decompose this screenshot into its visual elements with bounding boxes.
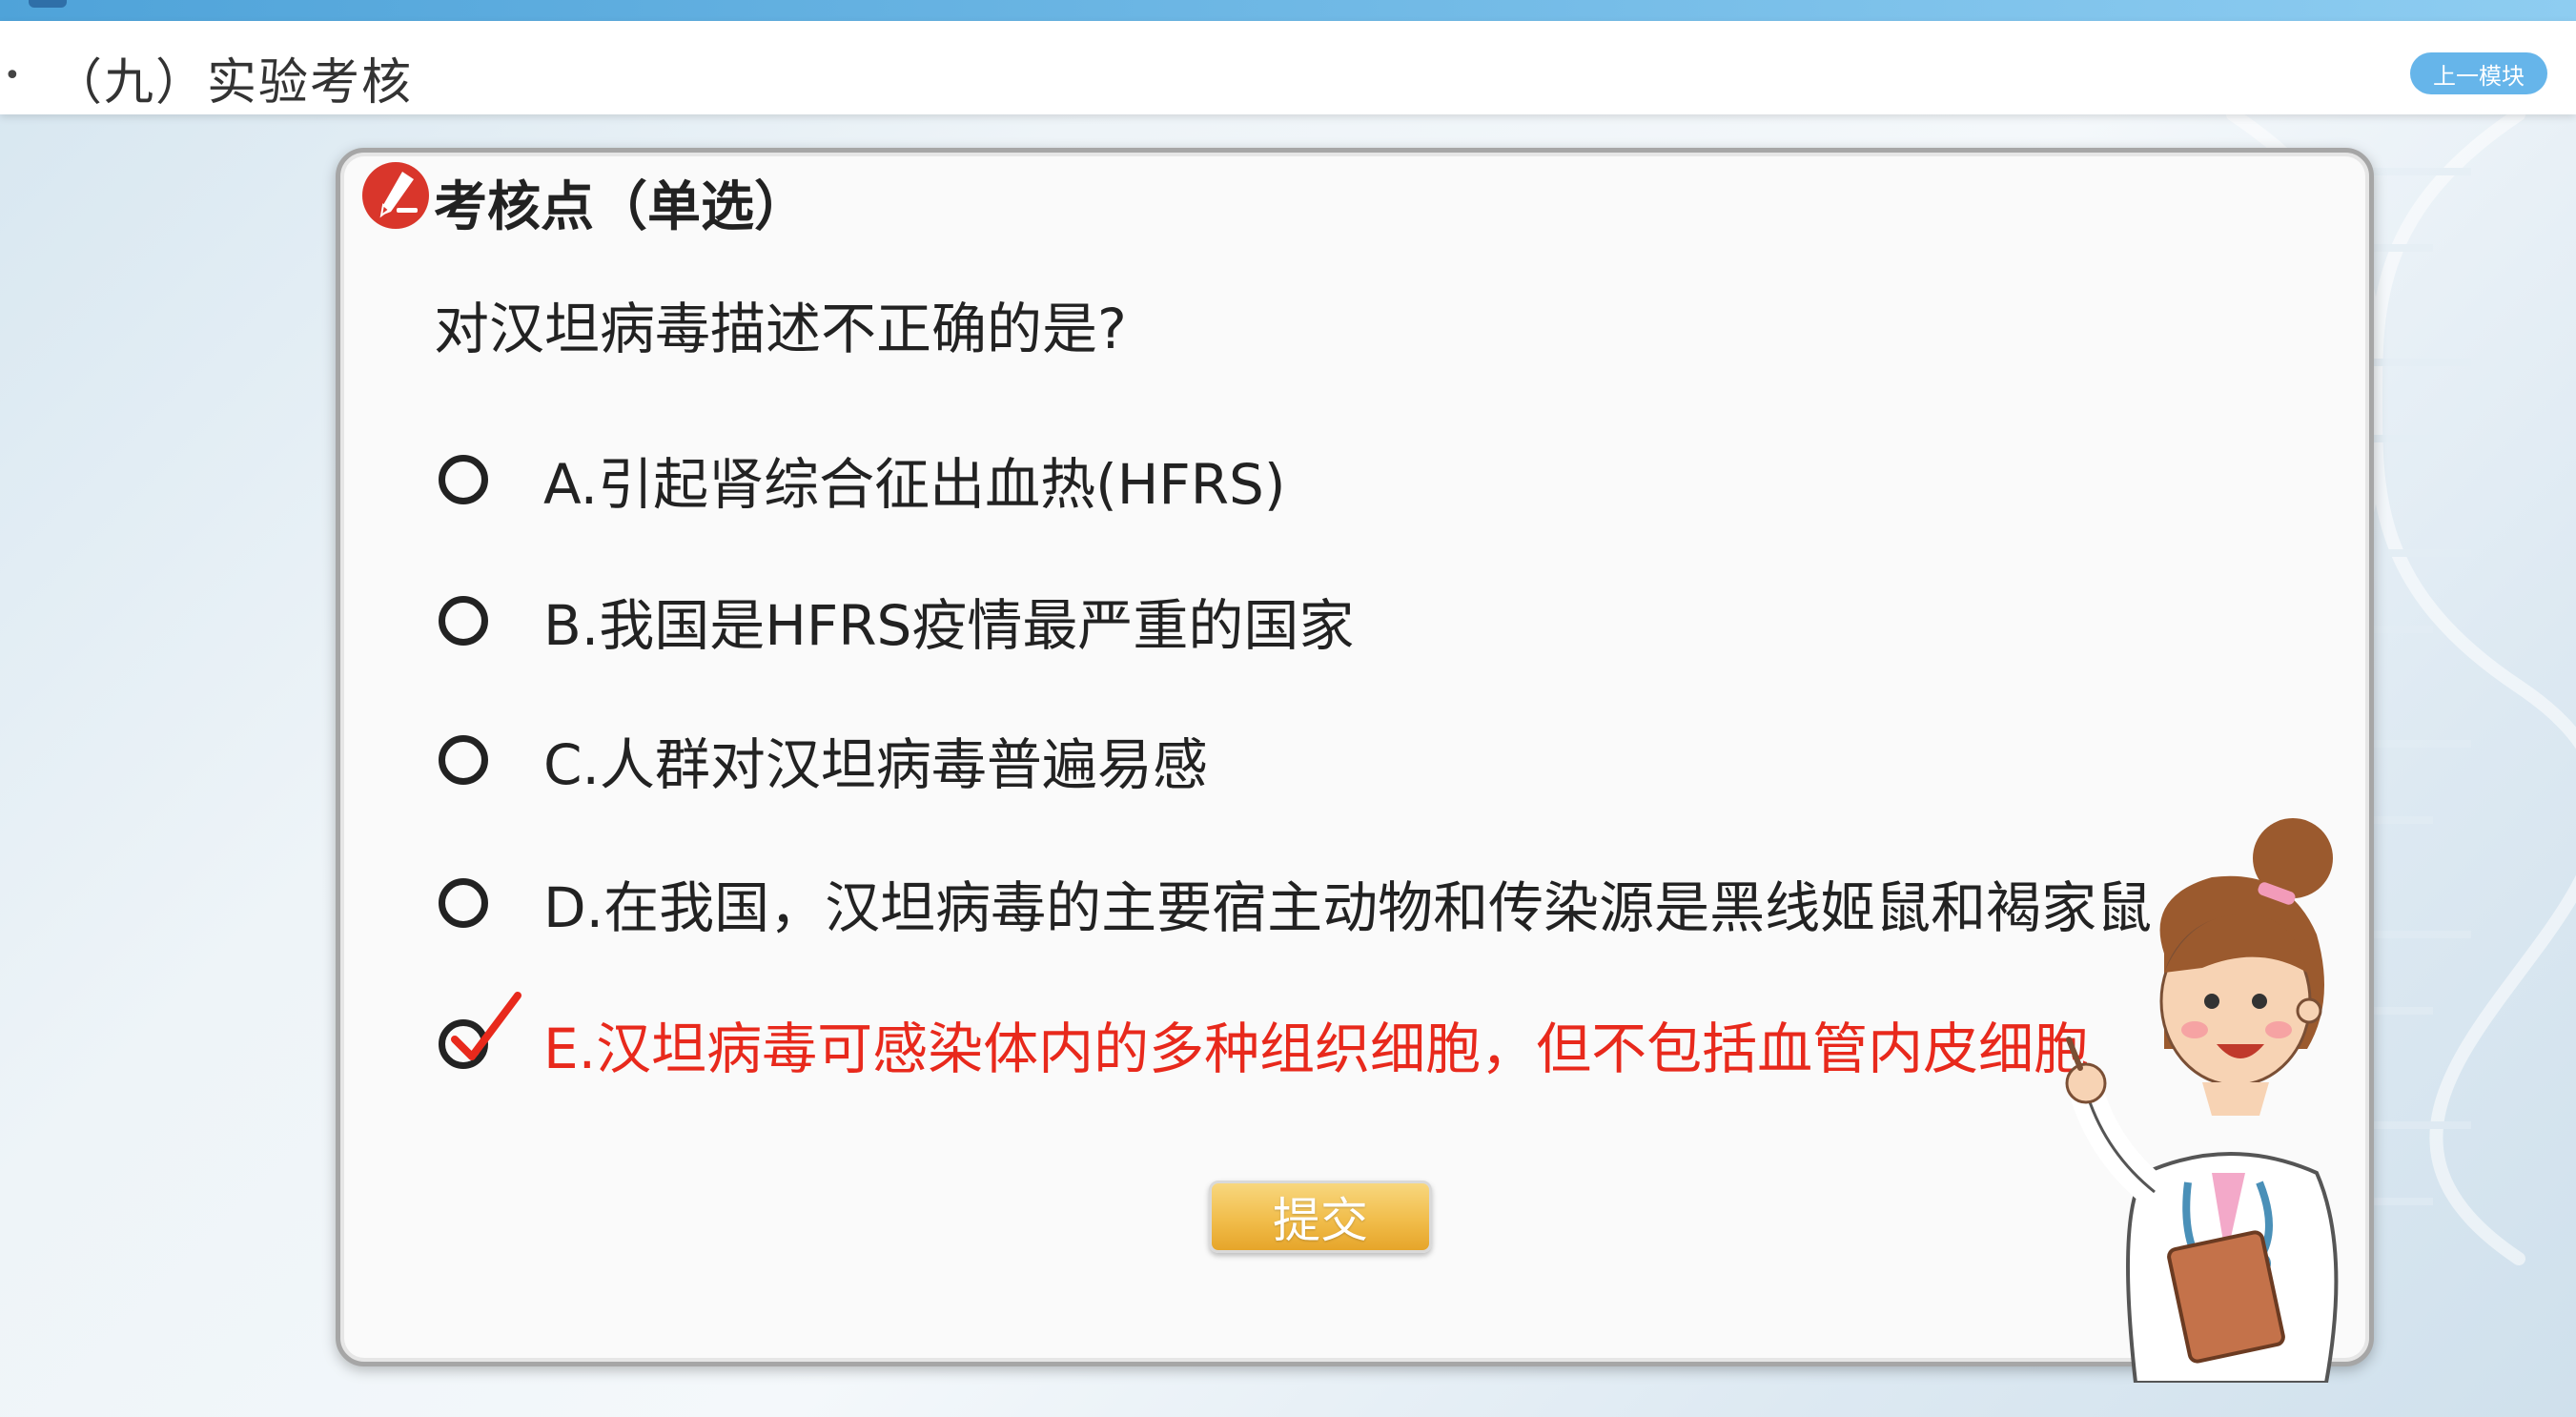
app-logo	[29, 0, 67, 8]
module-header: • （九）实验考核 上一模块	[0, 21, 2576, 114]
option-label: B.我国是HFRS疫情最严重的国家	[543, 593, 1355, 658]
option-label: A.引起肾综合征出血热(HFRS)	[543, 452, 1286, 517]
option-d[interactable]: D.在我国，汉坦病毒的主要宿主动物和传染源是黑线姬鼠和褐家鼠	[439, 865, 2152, 941]
radio-icon[interactable]	[439, 455, 488, 504]
bullet-icon: •	[4, 59, 21, 92]
option-label: C.人群对汉坦病毒普遍易感	[543, 732, 1208, 797]
pencil-badge-icon	[362, 162, 429, 229]
radio-icon[interactable]	[439, 596, 488, 646]
submit-button[interactable]: 提交	[1209, 1181, 1432, 1253]
option-e[interactable]: E.汉坦病毒可感染体内的多种组织细胞，但不包括血管内皮细胞	[439, 992, 2090, 1082]
option-b[interactable]: B.我国是HFRS疫情最严重的国家	[439, 583, 1354, 659]
question-text: 对汉坦病毒描述不正确的是?	[434, 297, 1127, 361]
previous-module-button[interactable]: 上一模块	[2410, 52, 2547, 94]
option-label: D.在我国，汉坦病毒的主要宿主动物和传染源是黑线姬鼠和褐家鼠	[543, 875, 2153, 940]
doctor-mascot-icon	[2065, 818, 2339, 1383]
radio-icon[interactable]	[439, 878, 488, 928]
option-label: E.汉坦病毒可感染体内的多种组织细胞，但不包括血管内皮细胞	[543, 1017, 2090, 1081]
radio-icon-selected[interactable]	[439, 992, 521, 1069]
quiz-heading: 考核点（单选）	[434, 176, 808, 238]
radio-icon[interactable]	[439, 735, 488, 785]
top-bar	[0, 0, 2576, 21]
option-c[interactable]: C.人群对汉坦病毒普遍易感	[439, 722, 1208, 798]
module-title: （九）实验考核	[52, 54, 414, 112]
checkmark-icon	[451, 992, 521, 1060]
option-a[interactable]: A.引起肾综合征出血热(HFRS)	[439, 442, 1285, 518]
